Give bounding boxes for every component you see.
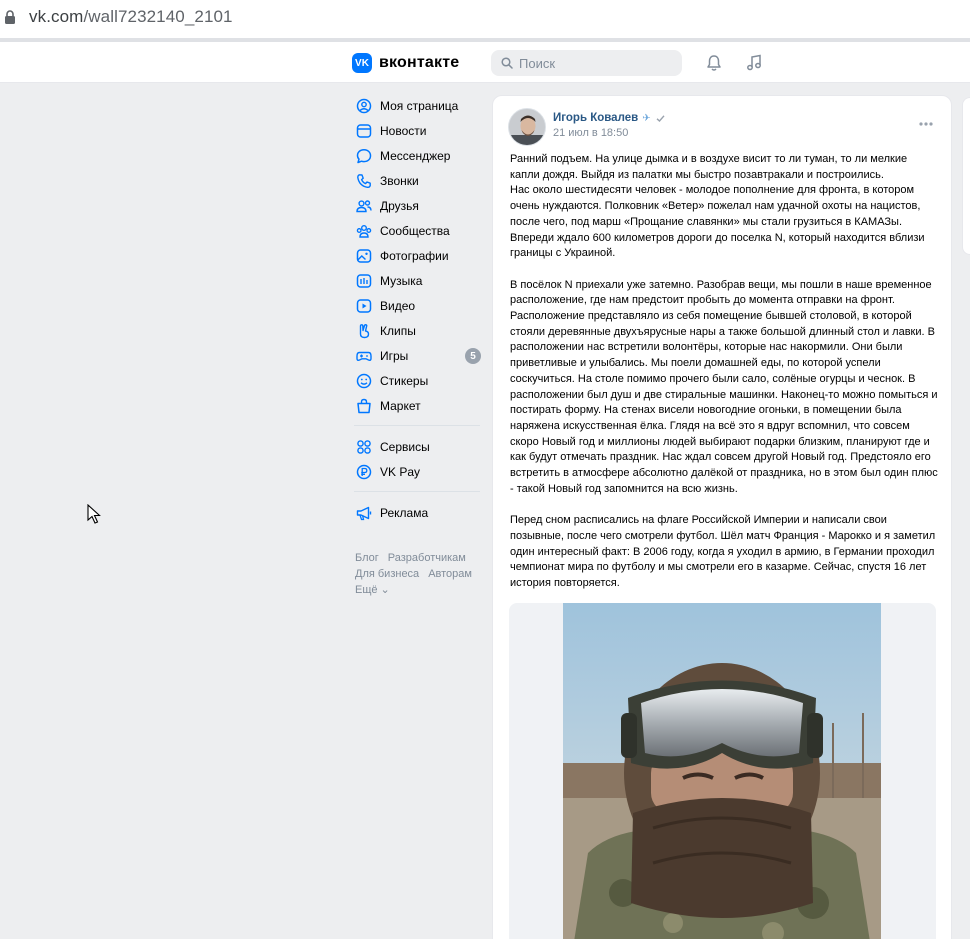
sidebar-item-games[interactable]: Игры 5	[352, 343, 484, 368]
music-icon[interactable]	[745, 54, 763, 72]
sidebar-item-video[interactable]: Видео	[352, 293, 484, 318]
sidebar-item-label: VK Pay	[380, 464, 421, 479]
megaphone-icon	[355, 504, 373, 522]
sidebar-item-friends[interactable]: Друзья	[352, 193, 484, 218]
market-icon	[355, 397, 373, 415]
sidebar-item-phone[interactable]: Звонки	[352, 168, 484, 193]
clips-icon	[355, 322, 373, 340]
sidebar-item-music[interactable]: Музыка	[352, 268, 484, 293]
stickers-icon	[355, 372, 373, 390]
post-author[interactable]: Игорь Ковалев ✈	[553, 112, 665, 124]
avatar-image	[509, 109, 545, 145]
post-date[interactable]: 21 июл в 18:50	[553, 127, 628, 139]
sidebar-item-label: Друзья	[380, 198, 419, 213]
sidebar-item-photo[interactable]: Фотографии	[352, 243, 484, 268]
sidebar-item-communities[interactable]: Сообщества	[352, 218, 484, 243]
search-icon	[501, 57, 513, 69]
right-column-edge	[962, 97, 970, 255]
services-icon	[355, 438, 373, 456]
lock-icon	[5, 10, 15, 24]
nav-divider	[354, 425, 480, 426]
search-box[interactable]	[491, 50, 682, 76]
footer-more-link[interactable]: Ещё ⌄	[355, 584, 390, 596]
browser-address-bar[interactable]: vk.com/wall7232140_2101	[0, 0, 970, 38]
sidebar-item-label: Маркет	[380, 398, 421, 413]
music-icon	[355, 272, 373, 290]
sidebar-item-services[interactable]: Сервисы	[352, 434, 484, 459]
sidebar-item-label: Стикеры	[380, 373, 429, 388]
sidebar-item-stickers[interactable]: Стикеры	[352, 368, 484, 393]
sidebar-item-label: Фотографии	[380, 248, 449, 263]
sidebar-item-clips[interactable]: Клипы	[352, 318, 484, 343]
communities-icon	[355, 222, 373, 240]
plane-emoji-icon: ✈	[642, 112, 651, 124]
left-nav: Моя страница Новости Мессенджер Звонки Друзь…	[352, 93, 484, 598]
phone-icon	[355, 172, 373, 190]
post-paragraph: Ранний подъем. На улице дымка и в воздух…	[510, 153, 925, 260]
url-text[interactable]: vk.com/wall7232140_2101	[29, 7, 233, 27]
sidebar-item-label: Клипы	[380, 323, 416, 338]
count-badge: 5	[465, 348, 481, 364]
photo-icon	[355, 247, 373, 265]
games-icon	[355, 347, 373, 365]
message-icon	[355, 147, 373, 165]
friends-icon	[355, 197, 373, 215]
footer-business-link[interactable]: Для бизнеса	[355, 568, 419, 580]
footer-blog-link[interactable]: Блог	[355, 552, 379, 564]
more-options-icon[interactable]	[919, 122, 933, 126]
logo-text: вконтакте	[379, 54, 460, 71]
vk-logo[interactable]: VK вконтакте	[352, 53, 459, 73]
sidebar-item-label: Игры	[380, 348, 409, 363]
sidebar-item-label: Реклама	[380, 505, 429, 520]
footer-links: Блог Разработчикам Для бизнеса Авторам Ещё…	[355, 550, 484, 598]
footer-authors-link[interactable]: Авторам	[428, 568, 472, 580]
vkpay-icon	[355, 463, 373, 481]
sidebar-item-label: Новости	[380, 123, 427, 138]
vk-logo-icon: VK	[352, 53, 372, 73]
post-paragraph: Перед сном расписались на флаге Российск…	[510, 514, 936, 589]
video-icon	[355, 297, 373, 315]
nav-divider	[354, 491, 480, 492]
post-photo-container[interactable]	[509, 603, 936, 939]
verified-check-icon	[656, 114, 665, 122]
site-header: VK вконтакте	[0, 42, 970, 83]
sidebar-item-message[interactable]: Мессенджер	[352, 143, 484, 168]
post-photo[interactable]	[563, 603, 881, 939]
sidebar-item-news[interactable]: Новости	[352, 118, 484, 143]
sidebar-item-home[interactable]: Моя страница	[352, 93, 484, 118]
home-icon	[355, 97, 373, 115]
sidebar-item-label: Сервисы	[380, 439, 430, 454]
sidebar-item-label: Видео	[380, 298, 416, 313]
post-text: Ранний подъем. На улице дымка и в воздух…	[510, 152, 938, 592]
sidebar-item-megaphone[interactable]: Реклама	[352, 500, 484, 525]
author-name[interactable]: Игорь Ковалев	[553, 112, 638, 124]
soldier-selfie-image	[563, 603, 881, 939]
sidebar-item-label: Звонки	[380, 173, 419, 188]
sidebar-item-label: Музыка	[380, 273, 423, 288]
footer-developers-link[interactable]: Разработчикам	[388, 552, 466, 564]
sidebar-item-label: Мессенджер	[380, 148, 451, 163]
post-paragraph: В посёлок N приехали уже затемно. Разобр…	[510, 278, 938, 495]
avatar[interactable]	[508, 108, 546, 146]
news-icon	[355, 122, 373, 140]
sidebar-item-label: Сообщества	[380, 223, 450, 238]
sidebar-item-vkpay[interactable]: VK Pay	[352, 459, 484, 484]
sidebar-item-market[interactable]: Маркет	[352, 393, 484, 418]
wall-post: Игорь Ковалев ✈ 21 июл в 18:50 Ранний по…	[492, 95, 952, 939]
sidebar-item-label: Моя страница	[380, 98, 459, 113]
search-input[interactable]	[519, 55, 669, 71]
bell-icon[interactable]	[705, 54, 723, 72]
mouse-cursor-icon	[87, 504, 101, 524]
